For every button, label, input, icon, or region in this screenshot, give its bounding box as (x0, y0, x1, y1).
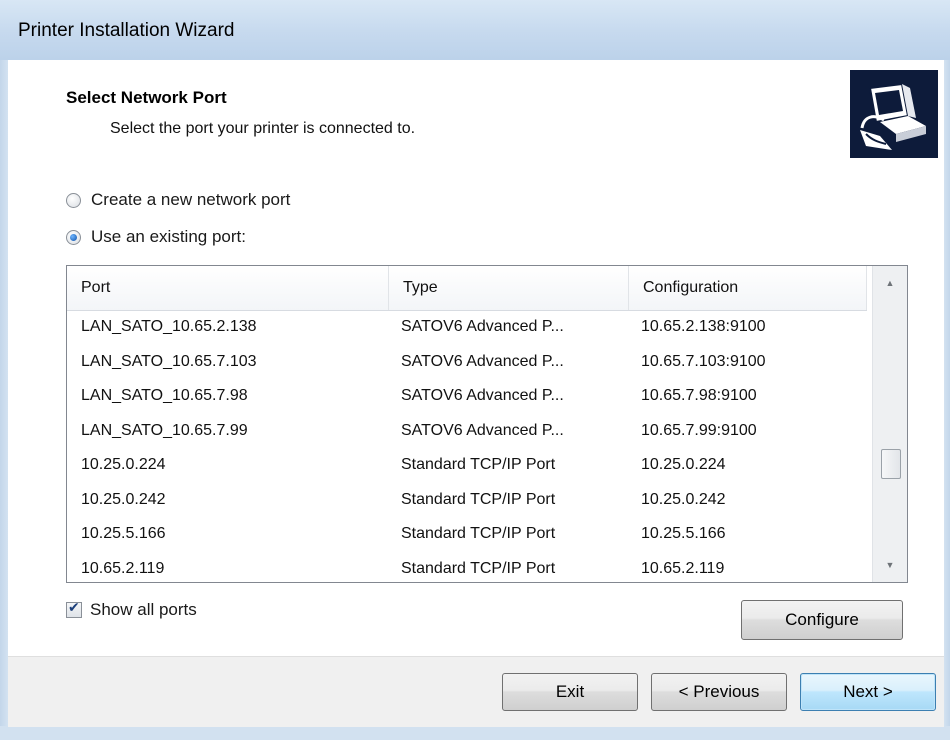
type-cell: Standard TCP/IP Port (401, 525, 556, 542)
table-row[interactable]: 10.25.0.224 Standard TCP/IP Port 10.25.0… (67, 448, 867, 483)
port-cell: LAN_SATO_10.65.2.138 (81, 318, 257, 335)
triangle-down-icon[interactable]: ▼ (873, 550, 907, 580)
port-cell: LAN_SATO_10.65.7.103 (81, 352, 257, 370)
type-cell: SATOV6 Advanced P... (401, 318, 564, 335)
type-cell: Standard TCP/IP Port (401, 490, 556, 508)
table-row[interactable]: 10.25.0.242 Standard TCP/IP Port 10.25.0… (67, 483, 867, 518)
configuration-cell: 10.65.7.103:9100 (641, 352, 766, 370)
triangle-up-icon[interactable]: ▲ (873, 268, 907, 298)
table-row[interactable]: LAN_SATO_10.65.7.99 SATOV6 Advanced P...… (67, 414, 867, 449)
ports-table-header: Port Type Configuration (67, 266, 867, 311)
table-row[interactable]: LAN_SATO_10.65.7.103 SATOV6 Advanced P..… (67, 345, 867, 380)
wizard-content: Select Network Port Select the port your… (8, 60, 944, 727)
type-cell: SATOV6 Advanced P... (401, 352, 564, 370)
configuration-cell: 10.25.0.242 (641, 490, 726, 508)
create-new-port-radio[interactable] (66, 192, 81, 208)
window-frame-right (944, 60, 950, 740)
port-cell: 10.25.5.166 (81, 525, 166, 542)
configuration-cell: 10.65.7.99:9100 (641, 421, 757, 439)
table-row[interactable]: LAN_SATO_10.65.2.138 SATOV6 Advanced P..… (67, 310, 867, 345)
type-cell: Standard TCP/IP Port (401, 559, 556, 577)
page-subtitle: Select the port your printer is connecte… (110, 120, 416, 137)
configuration-cell: 10.25.0.224 (641, 456, 726, 473)
type-cell: SATOV6 Advanced P... (401, 421, 564, 439)
configuration-cell: 10.65.2.138:9100 (641, 318, 766, 335)
table-row[interactable]: 10.25.5.166 Standard TCP/IP Port 10.25.5… (67, 517, 867, 552)
configure-button[interactable]: Configure (741, 600, 903, 640)
next-button[interactable]: Next > (800, 673, 936, 711)
type-cell: SATOV6 Advanced P... (401, 387, 564, 404)
printer-computer-icon (850, 70, 938, 158)
column-header-configuration[interactable]: Configuration (629, 266, 867, 310)
port-cell: 10.25.0.224 (81, 456, 166, 473)
scrollbar-thumb[interactable] (881, 449, 901, 479)
checkmark-icon[interactable] (66, 600, 82, 618)
column-header-type[interactable]: Type (389, 266, 629, 310)
window-title: Printer Installation Wizard (18, 20, 235, 41)
use-existing-port-option[interactable]: Use an existing port: (66, 227, 246, 247)
table-row[interactable]: 10.65.2.119 Standard TCP/IP Port 10.65.2… (67, 552, 867, 583)
use-existing-port-radio[interactable] (66, 229, 81, 245)
ports-table[interactable]: Port Type Configuration LAN_SATO_10.65.2… (66, 265, 908, 583)
exit-button[interactable]: Exit (502, 673, 638, 711)
create-new-port-label: Create a new network port (91, 190, 291, 209)
type-cell: Standard TCP/IP Port (401, 456, 556, 473)
port-cell: LAN_SATO_10.65.7.99 (81, 421, 248, 439)
table-row[interactable]: LAN_SATO_10.65.7.98 SATOV6 Advanced P...… (67, 379, 867, 414)
show-all-ports-option[interactable]: Show all ports (66, 600, 197, 620)
window-frame-left (0, 60, 8, 740)
page-title: Select Network Port (66, 88, 227, 107)
printer-computer-graphic (850, 70, 938, 158)
port-cell: 10.65.2.119 (81, 559, 165, 577)
ports-table-body: LAN_SATO_10.65.2.138 SATOV6 Advanced P..… (67, 310, 867, 583)
vertical-scrollbar[interactable]: ▲ ▼ (872, 266, 907, 582)
port-cell: 10.25.0.242 (81, 490, 166, 508)
configuration-cell: 10.65.7.98:9100 (641, 387, 757, 404)
column-header-port[interactable]: Port (67, 266, 389, 310)
window-frame-bottom (0, 726, 950, 740)
previous-button[interactable]: < Previous (651, 673, 787, 711)
show-all-ports-label: Show all ports (90, 600, 197, 619)
title-bar[interactable]: Printer Installation Wizard (0, 0, 950, 60)
configuration-cell: 10.25.5.166 (641, 525, 726, 542)
port-cell: LAN_SATO_10.65.7.98 (81, 387, 248, 404)
create-new-port-option[interactable]: Create a new network port (66, 190, 290, 210)
wizard-window: Printer Installation Wizard Select Netwo… (0, 0, 950, 740)
configuration-cell: 10.65.2.119 (641, 559, 725, 577)
use-existing-port-label: Use an existing port: (91, 227, 246, 246)
